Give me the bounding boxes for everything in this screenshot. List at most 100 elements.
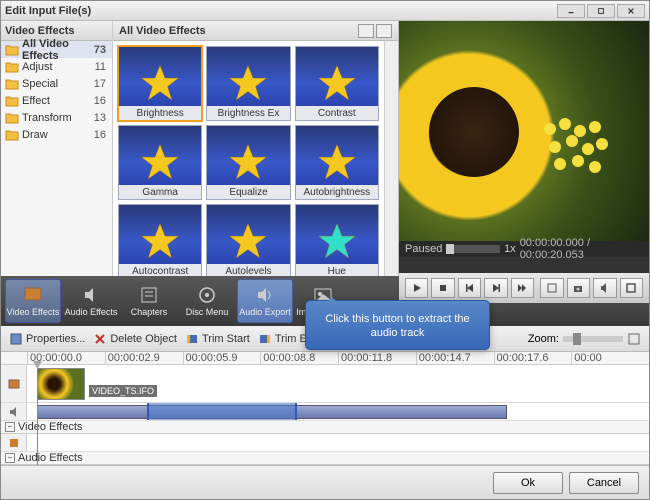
next-frame-button[interactable] — [484, 278, 507, 298]
time-current: 00:00:00.000 — [520, 237, 584, 249]
video-effects-section[interactable]: − Video Effects — [1, 421, 649, 434]
preview-image — [399, 21, 649, 241]
properties-button[interactable]: Properties... — [9, 332, 85, 346]
timeline: 00:00:00.000:00:02.900:00:05.900:00:08.8… — [1, 352, 649, 465]
view-thumbnails-button[interactable] — [358, 24, 374, 38]
star-icon — [227, 142, 269, 184]
sidebar-item-draw[interactable]: Draw16 — [1, 126, 112, 143]
preview-status-bar: Paused 1x 00:00:00.000 / 00:00:20.053 — [399, 241, 649, 257]
close-button[interactable] — [617, 4, 645, 18]
window-title: Edit Input File(s) — [5, 5, 555, 17]
video-effects-icon — [21, 285, 45, 305]
dialog-buttons: Ok Cancel — [1, 465, 649, 499]
video-effects-track[interactable] — [1, 434, 649, 452]
sidebar-item-transform[interactable]: Transform13 — [1, 109, 112, 126]
star-icon — [139, 142, 181, 184]
effect-gamma[interactable]: Gamma — [118, 125, 202, 200]
chapters-icon — [137, 285, 161, 305]
collapse-icon[interactable]: − — [5, 422, 15, 432]
ruler-mark: 00:00:14.7 — [416, 352, 494, 364]
video-track[interactable]: VIDEO_TS.IFO — [1, 365, 649, 403]
effects-scrollbar[interactable] — [384, 41, 398, 276]
fullscreen-button[interactable] — [620, 278, 643, 298]
star-icon — [227, 221, 269, 263]
effect-brightness[interactable]: Brightness — [118, 46, 202, 121]
speed-slider[interactable] — [446, 245, 500, 253]
delete-object-button[interactable]: Delete Object — [93, 332, 177, 346]
effect-hue[interactable]: Hue — [295, 204, 379, 276]
ruler-mark: 00:00:17.6 — [494, 352, 572, 364]
volume-button[interactable] — [593, 278, 616, 298]
time-total: 00:00:20.053 — [520, 249, 584, 261]
ruler-mark: 00:00:05.9 — [183, 352, 261, 364]
sidebar-item-special[interactable]: Special17 — [1, 75, 112, 92]
cancel-button[interactable]: Cancel — [569, 472, 639, 494]
star-icon — [139, 221, 181, 263]
toolbar-audio-effects-button[interactable]: Audio Effects — [63, 279, 119, 323]
playback-status: Paused — [405, 243, 442, 255]
sidebar-item-effect[interactable]: Effect16 — [1, 92, 112, 109]
audio-effects-section[interactable]: − Audio Effects — [1, 452, 649, 465]
folder-icon — [5, 95, 19, 107]
ruler-mark: 00:00:02.9 — [105, 352, 183, 364]
ruler-mark: 00:00:08.8 — [260, 352, 338, 364]
toolbar-audio-export-button[interactable]: Audio Export — [237, 279, 293, 323]
effect-brightness-ex[interactable]: Brightness Ex — [206, 46, 290, 121]
play-button[interactable] — [405, 278, 428, 298]
disc-menu-icon — [195, 285, 219, 305]
folder-icon — [5, 61, 19, 73]
effects-sidebar: Video Effects All Video Effects73Adjust1… — [1, 21, 113, 276]
effect-icon — [8, 437, 20, 449]
toolbar-video-effects-button[interactable]: Video Effects — [5, 279, 61, 323]
star-icon — [139, 63, 181, 105]
timeline-ruler[interactable]: 00:00:00.000:00:02.900:00:05.900:00:08.8… — [1, 352, 649, 365]
clip-filename: VIDEO_TS.IFO — [89, 385, 157, 397]
star-icon — [316, 142, 358, 184]
zoom-slider[interactable] — [563, 336, 623, 342]
star-icon — [316, 221, 358, 263]
effect-contrast[interactable]: Contrast — [295, 46, 379, 121]
effects-grid: BrightnessBrightness ExContrast GammaEqua… — [113, 41, 384, 276]
snapshot-button[interactable] — [567, 278, 590, 298]
preview-panel: Paused 1x 00:00:00.000 / 00:00:20.053 — [399, 21, 649, 276]
effect-autocontrast[interactable]: Autocontrast — [118, 204, 202, 276]
audio-track[interactable] — [1, 403, 649, 421]
folder-icon — [5, 44, 19, 56]
ok-button[interactable]: Ok — [493, 472, 563, 494]
effect-autobrightness[interactable]: Autobrightness — [295, 125, 379, 200]
sidebar-item-all-video-effects[interactable]: All Video Effects73 — [1, 41, 112, 58]
toolbar-chapters-button[interactable]: Chapters — [121, 279, 177, 323]
effects-panel-title: All Video Effects — [119, 25, 206, 37]
titlebar: Edit Input File(s) — [1, 1, 649, 21]
ruler-mark: 00:00:11.8 — [338, 352, 416, 364]
ruler-mark: 00:00 — [571, 352, 649, 364]
crop-button[interactable] — [540, 278, 563, 298]
edit-window: Edit Input File(s) Video Effects All Vid… — [0, 0, 650, 500]
audio-export-icon — [253, 285, 277, 305]
toolbar-disc-menu-button[interactable]: Disc Menu — [179, 279, 235, 323]
star-icon — [227, 63, 269, 105]
effect-equalize[interactable]: Equalize — [206, 125, 290, 200]
fit-zoom-icon[interactable] — [627, 332, 641, 346]
speaker-icon — [8, 406, 20, 418]
tooltip-callout: Click this button to extract the audio t… — [305, 300, 490, 350]
folder-icon — [5, 129, 19, 141]
next-scene-button[interactable] — [511, 278, 534, 298]
prev-frame-button[interactable] — [458, 278, 481, 298]
clip-thumbnail[interactable] — [37, 368, 85, 400]
view-list-button[interactable] — [376, 24, 392, 38]
audio-effects-icon — [79, 285, 103, 305]
minimize-button[interactable] — [557, 4, 585, 18]
effect-autolevels[interactable]: Autolevels — [206, 204, 290, 276]
maximize-button[interactable] — [587, 4, 615, 18]
speed-label: 1x — [504, 243, 516, 255]
trim-start-button[interactable]: Trim Start — [185, 332, 250, 346]
sidebar-item-adjust[interactable]: Adjust11 — [1, 58, 112, 75]
selection-range[interactable] — [147, 403, 297, 420]
collapse-icon[interactable]: − — [5, 453, 15, 463]
star-icon — [316, 63, 358, 105]
folder-icon — [5, 78, 19, 90]
playhead[interactable] — [37, 365, 38, 465]
stop-button[interactable] — [431, 278, 454, 298]
folder-icon — [5, 112, 19, 124]
